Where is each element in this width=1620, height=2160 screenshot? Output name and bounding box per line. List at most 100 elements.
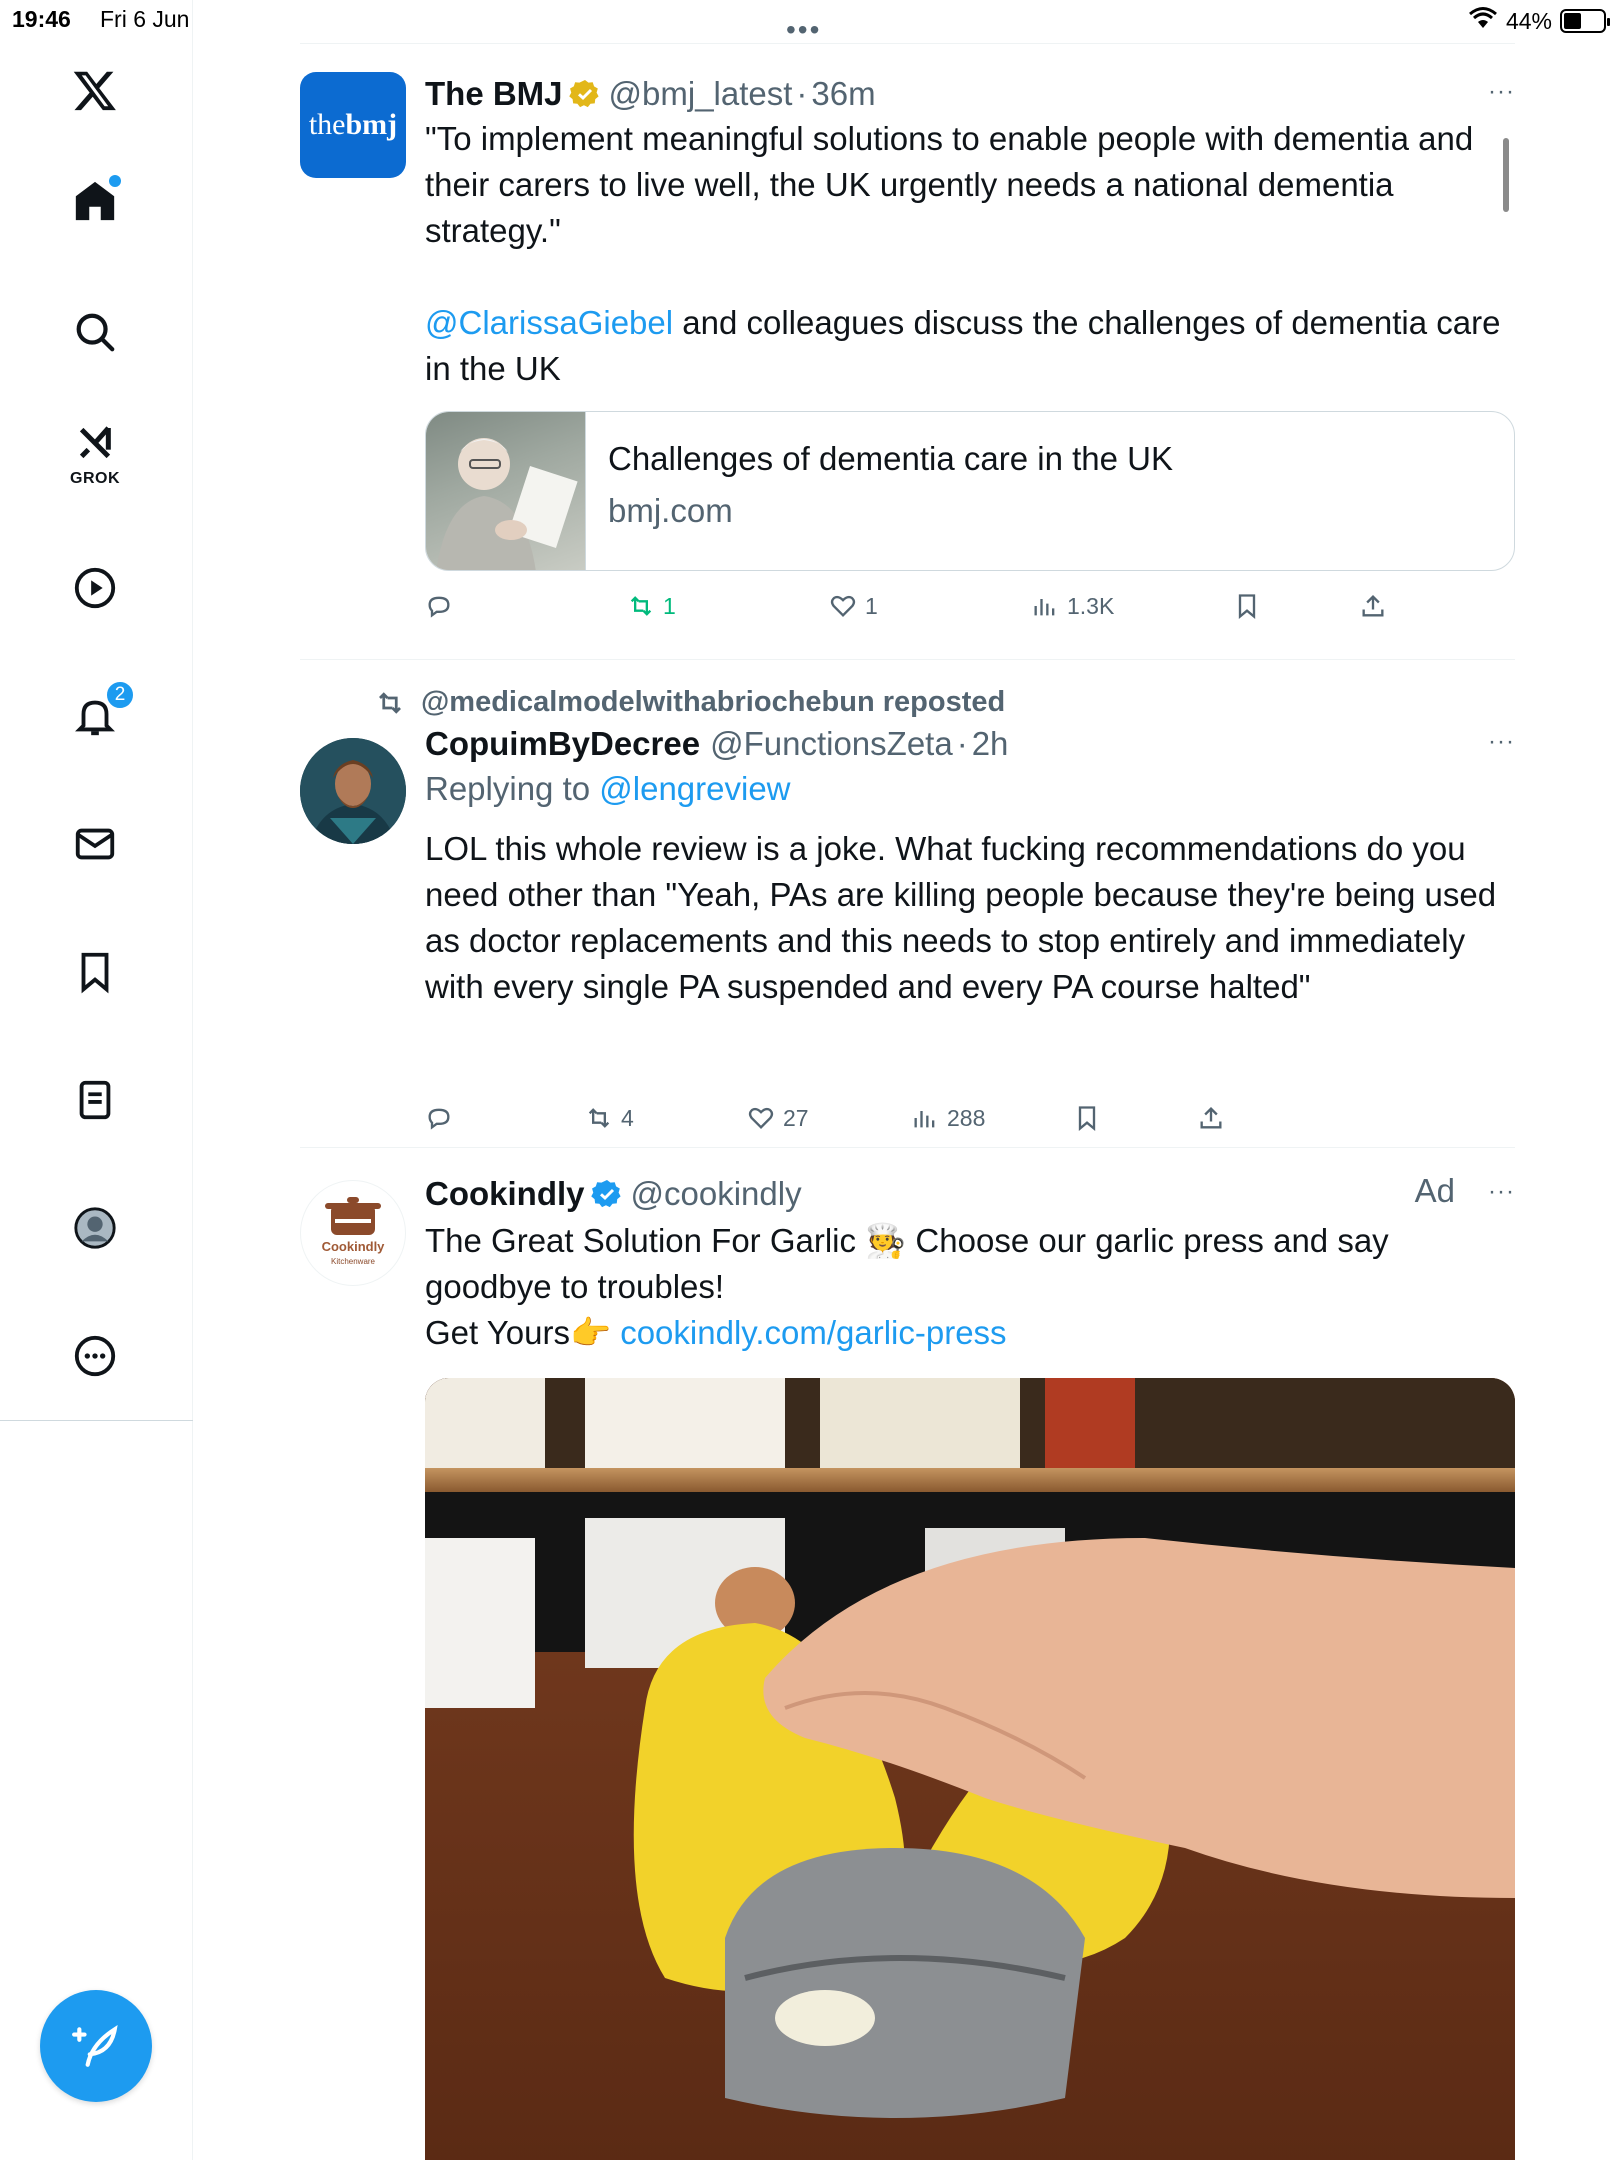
link-card[interactable]: Challenges of dementia care in the UK bm… <box>425 411 1515 571</box>
reply-icon <box>428 1108 450 1130</box>
author-name[interactable]: The BMJ <box>425 75 563 113</box>
grok-label: GROK <box>70 470 120 487</box>
battery-fill <box>1564 13 1581 29</box>
top-truncated-dots: ••• <box>786 14 822 45</box>
compose-button[interactable] <box>40 1990 152 2102</box>
heart-icon <box>748 1107 774 1129</box>
author-handle[interactable]: @bmj_latest <box>609 75 793 113</box>
reply-icon <box>428 596 450 618</box>
views-icon <box>914 1111 935 1128</box>
messages-icon[interactable] <box>67 816 123 872</box>
repost-label[interactable]: @medicalmodelwithabriochebun reposted <box>421 686 1005 719</box>
avatar-copuim[interactable] <box>300 738 406 844</box>
gold-verified-badge-icon <box>568 80 599 108</box>
notifications-badge: 2 <box>105 680 135 710</box>
retweet-button[interactable]: 4 <box>585 1104 634 1132</box>
timeline-feed: ••• the bmj The BMJ @bmj_latest · 36m ···… <box>300 0 1515 2160</box>
bookmark-icon <box>1238 594 1256 619</box>
reply-button[interactable] <box>425 1104 453 1132</box>
tweet-bmj[interactable]: the bmj The BMJ @bmj_latest · 36m ··· "To… <box>300 72 1515 658</box>
cookindly-logo-icon <box>325 1197 381 1235</box>
card-domain: bmj.com <box>608 492 733 529</box>
profile-avatar-icon[interactable] <box>67 1200 123 1256</box>
tweet-divider <box>300 659 1515 660</box>
avatar-bmj[interactable]: the bmj <box>300 72 406 178</box>
bookmark-icon <box>1078 1106 1096 1131</box>
share-icon <box>1200 1107 1222 1129</box>
x-logo-icon[interactable] <box>67 62 123 118</box>
author-name[interactable]: CopuimByDecree <box>425 725 700 763</box>
blue-verified-badge-icon <box>590 1180 621 1208</box>
notifications-icon[interactable]: 2 <box>67 680 135 744</box>
bookmarks-icon[interactable] <box>67 944 123 1000</box>
ad-video-media[interactable] <box>425 1378 1515 2160</box>
ad-label: Ad <box>1414 1172 1455 1209</box>
views-button[interactable]: 1.3K <box>1031 592 1114 620</box>
lists-icon[interactable] <box>67 1072 123 1128</box>
like-count: 27 <box>783 1104 809 1131</box>
retweet-count: 4 <box>621 1104 634 1131</box>
more-menu-icon[interactable]: ··· <box>1488 1178 1515 1206</box>
cookindly-logo-subtext: Kitchenware <box>330 1257 376 1266</box>
retweet-button[interactable]: 1 <box>627 592 676 620</box>
separator-dot: · <box>956 725 968 762</box>
author-handle[interactable]: @FunctionsZeta <box>710 725 953 763</box>
mention-link[interactable]: @ClarissaGiebel <box>425 304 673 341</box>
get-yours-text: Get Yours👉 <box>425 1314 621 1351</box>
share-button[interactable] <box>1197 1104 1225 1132</box>
more-menu-icon[interactable]: ··· <box>1488 728 1515 756</box>
card-thumbnail-image <box>426 412 586 570</box>
share-icon <box>1362 595 1384 617</box>
view-count: 288 <box>947 1104 986 1131</box>
video-icon[interactable] <box>67 560 123 616</box>
sidebar-divider <box>0 1420 193 1421</box>
tweet-text: The Great Solution For Garlic 🧑‍🍳 Choose… <box>425 1222 1398 1305</box>
tweet-actions: 4 27 288 <box>425 1104 1515 1144</box>
sidebar: GROK 2 <box>0 0 193 2160</box>
home-icon[interactable] <box>67 173 123 229</box>
more-menu-icon[interactable]: ··· <box>1488 78 1515 106</box>
retweet-count: 1 <box>663 592 676 619</box>
bmj-logo-text-b: bmj <box>345 108 398 141</box>
like-button[interactable]: 1 <box>829 592 878 620</box>
grok-icon[interactable]: GROK <box>67 424 123 487</box>
tweet-divider <box>300 43 1515 44</box>
tweet-time[interactable]: 36m <box>811 75 875 113</box>
repost-icon <box>379 691 401 714</box>
search-icon[interactable] <box>67 304 123 360</box>
views-button[interactable]: 288 <box>911 1104 985 1132</box>
ad-link[interactable]: cookindly.com/garlic-press <box>620 1314 1006 1351</box>
replying-to: Replying to @lengreview <box>425 770 791 808</box>
tweet-copuim[interactable]: @medicalmodelwithabriochebun reposted Co… <box>300 686 1515 1146</box>
separator-dot: · <box>796 75 808 112</box>
reply-button[interactable] <box>425 592 453 620</box>
view-count: 1.3K <box>1067 592 1115 619</box>
like-count: 1 <box>865 592 878 619</box>
compose-feather-icon <box>72 2025 118 2067</box>
card-title: Challenges of dementia care in the UK <box>608 440 1173 477</box>
like-button[interactable]: 27 <box>747 1104 809 1132</box>
garlic-press-video-frame <box>425 1378 1515 2160</box>
scrollbar[interactable] <box>1503 138 1509 212</box>
home-unread-dot <box>109 175 121 187</box>
author-name[interactable]: Cookindly <box>425 1175 585 1213</box>
tweet-text: LOL this whole review is a joke. What fu… <box>425 830 1506 1005</box>
tweet-header: The BMJ @bmj_latest · 36m ··· <box>425 72 1515 116</box>
replying-to-link[interactable]: @lengreview <box>599 770 790 807</box>
tweet-actions: 1 1 1.3K <box>425 592 1515 632</box>
tweet-header: Cookindly @cookindly Ad ··· <box>425 1172 1515 1216</box>
retweet-icon <box>630 596 652 616</box>
bmj-logo-text-a: the <box>308 108 346 141</box>
tweet-text: "To implement meaningful solutions to en… <box>425 120 1483 249</box>
author-handle[interactable]: @cookindly <box>631 1175 802 1213</box>
bookmark-button[interactable] <box>1233 592 1261 620</box>
tweet-text-2: @ClarissaGiebel and colleagues discuss t… <box>425 300 1515 392</box>
share-button[interactable] <box>1359 592 1387 620</box>
repost-context: @medicalmodelwithabriochebun reposted <box>375 686 1275 719</box>
avatar-cookindly[interactable]: Cookindly Kitchenware <box>300 1180 406 1286</box>
more-options-icon[interactable] <box>67 1328 123 1384</box>
bookmark-button[interactable] <box>1073 1104 1101 1132</box>
retweet-icon <box>588 1108 610 1128</box>
cookindly-logo-text: Cookindly <box>321 1239 385 1254</box>
tweet-time[interactable]: 2h <box>972 725 1009 763</box>
